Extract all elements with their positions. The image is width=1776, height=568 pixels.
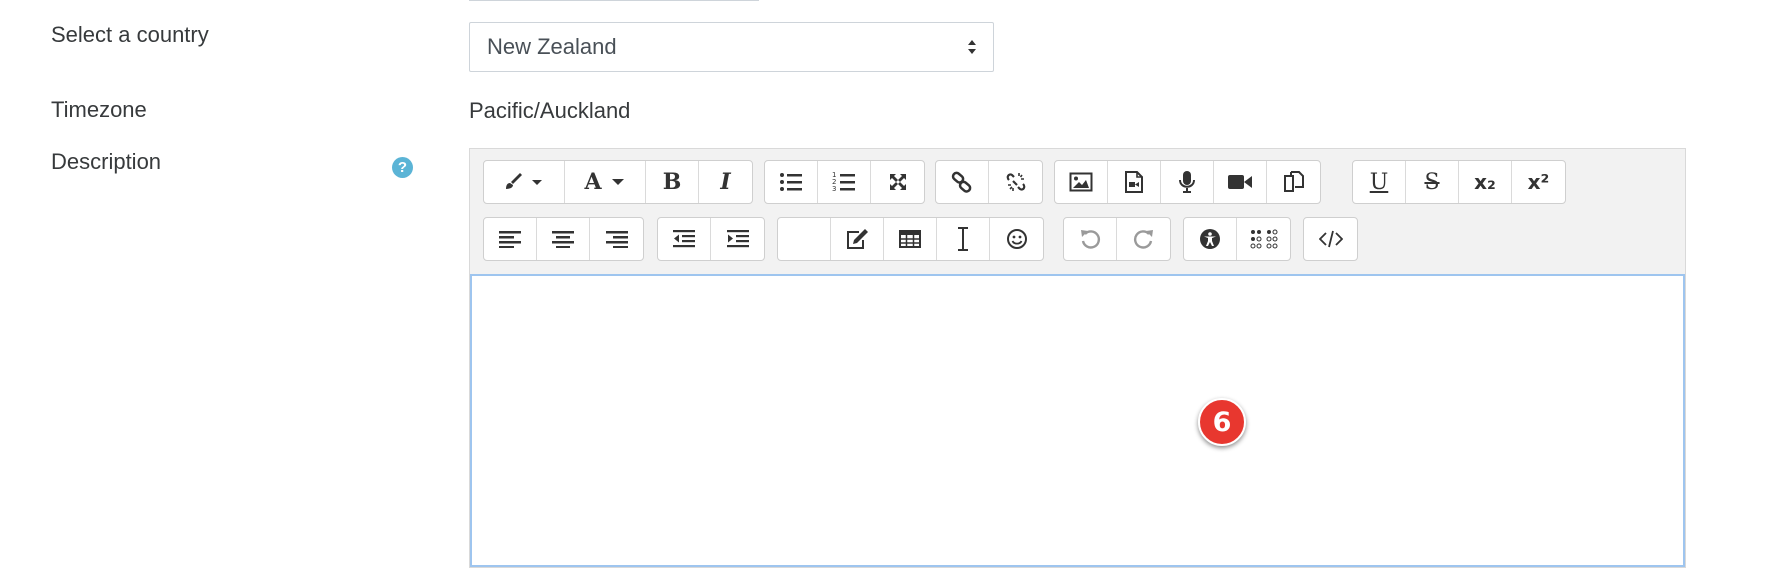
fullscreen-icon	[889, 174, 906, 190]
media-group	[1054, 160, 1321, 204]
align-left-icon	[499, 231, 521, 248]
underline-icon: U	[1369, 169, 1389, 195]
html-group	[1303, 217, 1358, 261]
align-group	[483, 217, 644, 261]
paragraph-style-button[interactable]	[484, 161, 565, 203]
subscript-button[interactable]: x₂	[1459, 161, 1512, 203]
link-icon	[951, 171, 972, 193]
bold-icon: B	[662, 169, 682, 195]
timezone-label: Timezone	[51, 97, 147, 122]
unordered-list-button[interactable]	[765, 161, 818, 203]
undo-icon	[1081, 230, 1100, 249]
align-center-icon	[552, 231, 574, 248]
emoji-icon	[1006, 229, 1027, 249]
help-icon[interactable]: ?	[392, 157, 413, 178]
description-content-area[interactable]	[470, 274, 1685, 567]
previous-field-underline	[469, 0, 759, 1]
description-editor: A B I 1 2 3 U S x₂ x²	[469, 148, 1686, 568]
fullscreen-button[interactable]	[871, 161, 924, 203]
equation-button[interactable]	[831, 218, 884, 260]
description-label: Description	[51, 149, 162, 174]
superscript-icon: x²	[1527, 170, 1550, 194]
style-group: A B I	[483, 160, 753, 204]
align-right-icon	[605, 231, 628, 248]
strikethrough-button[interactable]: S	[1406, 161, 1459, 203]
indent-button[interactable]	[711, 218, 764, 260]
country-select[interactable]: New Zealand	[469, 22, 994, 72]
screenreader-helper-icon	[1250, 229, 1277, 249]
italic-button[interactable]: I	[699, 161, 752, 203]
ordered-list-icon: 1 2 3	[832, 171, 855, 193]
image-icon	[1069, 172, 1093, 192]
media-icon	[1125, 171, 1143, 193]
bold-button[interactable]: B	[646, 161, 699, 203]
indent-icon	[726, 230, 749, 248]
table-icon	[899, 230, 921, 248]
screenreader-helper-button[interactable]	[1237, 218, 1290, 260]
outdent-icon	[673, 230, 695, 248]
emoji-button[interactable]	[990, 218, 1043, 260]
select-caret-icon	[968, 40, 976, 54]
history-group	[1063, 217, 1171, 261]
country-label: Select a country	[51, 22, 209, 47]
record-video-button[interactable]	[1214, 161, 1267, 203]
accessibility-group	[1183, 217, 1291, 261]
svg-text:3: 3	[832, 185, 836, 193]
equation-icon	[847, 229, 868, 249]
italic-icon: I	[720, 169, 731, 195]
font-color-icon: A	[584, 169, 602, 195]
redo-button[interactable]	[1117, 218, 1170, 260]
timezone-value: Pacific/Auckland	[469, 98, 631, 123]
record-audio-icon	[1179, 171, 1195, 193]
format-group: U S x₂ x²	[1352, 160, 1566, 204]
blank-button[interactable]	[778, 218, 831, 260]
ordered-list-button[interactable]: 1 2 3	[818, 161, 871, 203]
indent-group	[657, 217, 765, 261]
superscript-button[interactable]: x²	[1512, 161, 1565, 203]
undo-button[interactable]	[1064, 218, 1117, 260]
outdent-button[interactable]	[658, 218, 711, 260]
accessibility-checker-button[interactable]	[1184, 218, 1237, 260]
special-character-button[interactable]	[937, 218, 990, 260]
manage-files-button[interactable]	[1267, 161, 1320, 203]
step-badge: 6	[1198, 398, 1246, 446]
subscript-icon: x₂	[1474, 170, 1496, 194]
accessibility-checker-icon	[1200, 229, 1220, 249]
record-video-icon	[1228, 175, 1252, 189]
country-select-value: New Zealand	[487, 34, 617, 59]
link-group	[935, 160, 1043, 204]
table-button[interactable]	[884, 218, 937, 260]
unlink-button[interactable]	[989, 161, 1042, 203]
font-color-button[interactable]: A	[565, 161, 646, 203]
media-button[interactable]	[1108, 161, 1161, 203]
unordered-list-icon	[780, 173, 802, 191]
unlink-icon	[1006, 173, 1025, 191]
record-audio-button[interactable]	[1161, 161, 1214, 203]
insert-group	[777, 217, 1044, 261]
underline-button[interactable]: U	[1353, 161, 1406, 203]
manage-files-icon	[1283, 171, 1304, 192]
brush-icon	[506, 173, 542, 189]
redo-icon	[1133, 230, 1153, 249]
align-left-button[interactable]	[484, 218, 537, 260]
html-icon	[1318, 230, 1343, 248]
strikethrough-icon: S	[1424, 169, 1440, 195]
link-button[interactable]	[936, 161, 989, 203]
chevron-down-icon	[611, 179, 624, 185]
image-button[interactable]	[1055, 161, 1108, 203]
align-right-button[interactable]	[590, 218, 643, 260]
special-character-icon	[958, 227, 968, 251]
html-button[interactable]	[1304, 218, 1357, 260]
align-center-button[interactable]	[537, 218, 590, 260]
list-group: 1 2 3	[764, 160, 925, 204]
